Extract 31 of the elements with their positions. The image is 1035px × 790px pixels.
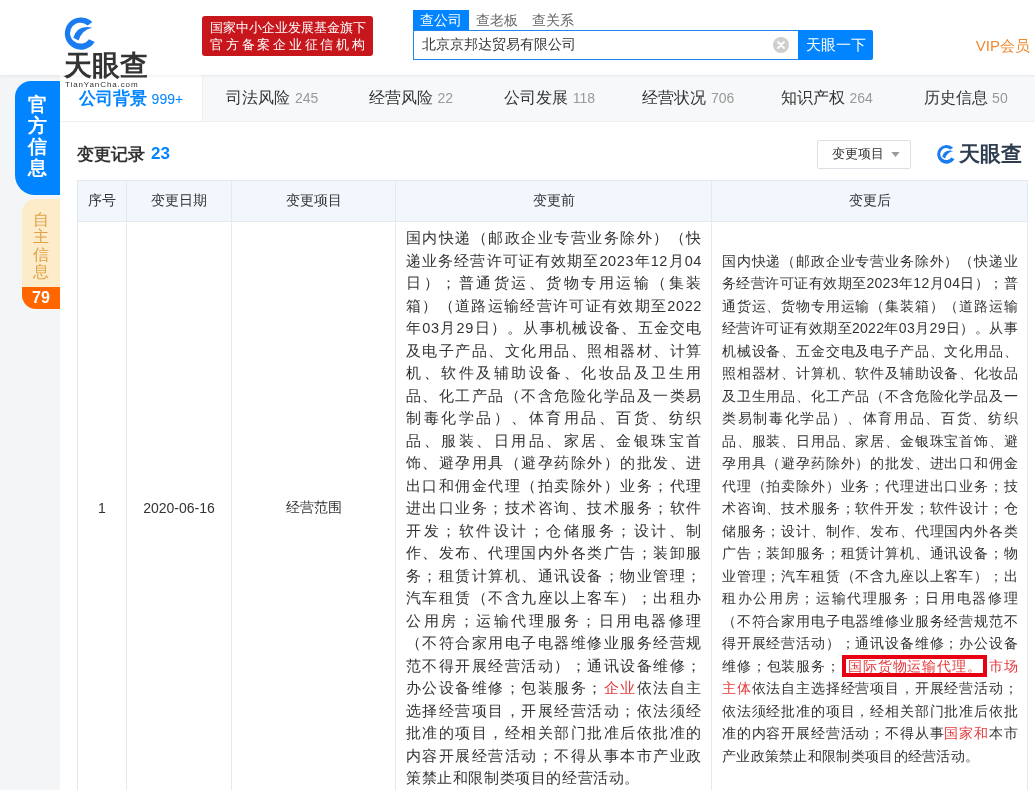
banner-text: 官方备案企业征信机构 xyxy=(210,36,365,53)
table-cell: 1 xyxy=(77,221,127,790)
section-title: 变更记录 xyxy=(77,143,145,166)
search-tab[interactable]: 查公司 xyxy=(413,10,469,30)
column-header: 序号 xyxy=(77,180,127,222)
business-scope-text: 国内快递（邮政企业专营业务除外）（快递业务经营许可证有效期至2023年12月04日）；普通货运、货物专用运输（集装箱）（道路运输经营许可证有效期至2022年03月29日）。从事机械设备、五金交电及电子产品、文化用品、照相器材、计算机、软件及辅助设备、化妆品及卫生用品、化工产品（不含危险化学品及一类易制毒化学品）、体育用品、百货、纺织品、服装、日用品、家居、金银珠宝首饰、避孕用具（避孕药除外）的批发、进出口和佣金代理（拍卖除外）业务；代理进出口业务；技术咨询、技术服务；软件开发；软件设计；仓储服务；设计、制作、发布、代理国内外各类广告；装卸服务；租赁计算机、通讯设备；物业管理；汽车租赁（不含九座以上客车）；出租办公用房；运输代理服务；日用电器修理（不符合家用电子电器维修业服务经营规范不得开展经营活动）；通讯设备维修；办公设备维修；包装服务；企业依法自主选择经营项目，开展经营活动；依法须经批准的项目，经相关部门批准后依批准的内容开展经营活动；不得从事本市产业政策禁止和限制类项目的经营活动。 xyxy=(406,229,702,788)
logo-domain: TianYanCha.com xyxy=(65,80,139,89)
column-header: 变更后 xyxy=(711,180,1028,222)
search-field[interactable]: 北京京邦达贸易有限公司 xyxy=(413,30,798,60)
nav-tab[interactable]: 司法风险 245 xyxy=(203,75,342,121)
sidebar-tab[interactable]: 官方信息 xyxy=(15,81,60,195)
nav-tab[interactable]: 经营状况 706 xyxy=(619,75,758,121)
clear-icon[interactable] xyxy=(773,37,789,53)
nav-tab[interactable]: 经营风险 22 xyxy=(341,75,481,121)
column-header: 变更前 xyxy=(395,180,712,222)
caret-icon xyxy=(891,151,900,157)
column-header: 变更项目 xyxy=(231,180,396,222)
count-badge: 79 xyxy=(22,286,60,309)
business-scope-text: 国内快递（邮政企业专营业务除外）（快递业务经营许可证有效期至2023年12月04日）；普通货运、货物专用运输（集装箱）（道路运输经营许可证有效期至2022年03月29日）。从事机械设备、五金交电及电子产品、文化用品、照相器材、计算机、软件及辅助设备、化妆品及卫生用品、化工产品（不含危险化学品及一类易制毒化学品）、体育用品、百货、纺织品、服装、日用品、家居、金银珠宝首饰、避孕用具（避孕药除外）的批发、进出口和佣金代理（拍卖除外）业务；代理进出口业务；技术咨询、技术服务；软件开发；软件设计；仓储服务；设计、制作、发布、代理国内外各类广告；装卸服务；租赁计算机、通讯设备；物业管理；汽车租赁（不含九座以上客车）；出租办公用房；运输代理服务；日用电器修理（不符合家用电子电器维修业服务经营规范不得开展经营活动）；通讯设备维修；办公设备维修；包装服务； 国际货物运输代理。 市场主体依法自主选择经营项目，开展经营活动；依法须经批准的项目，经相关部门批准后依批准的内容开展经营活动；不得从事国家和本市产业政策禁止和限制类项目的经营活动。 xyxy=(722,251,1018,766)
logo-wordmark: 天眼查 xyxy=(959,142,1022,166)
column-header: 变更日期 xyxy=(126,180,232,222)
search-button[interactable]: 天眼一下 xyxy=(798,30,873,60)
nav-tab[interactable]: 知识产权 264 xyxy=(757,75,897,121)
record-count: 23 xyxy=(151,144,170,164)
search-tab[interactable]: 查关系 xyxy=(525,10,581,30)
search-tab[interactable]: 查老板 xyxy=(469,10,525,30)
banner-text: 国家中小企业发展基金旗下 xyxy=(210,19,365,36)
nav-tab[interactable]: 历史信息 50 xyxy=(896,75,1035,121)
logo-icon xyxy=(935,143,957,165)
nav-tab[interactable]: 公司发展 118 xyxy=(480,75,619,121)
filter-dropdown[interactable]: 变更项目 xyxy=(817,139,911,169)
